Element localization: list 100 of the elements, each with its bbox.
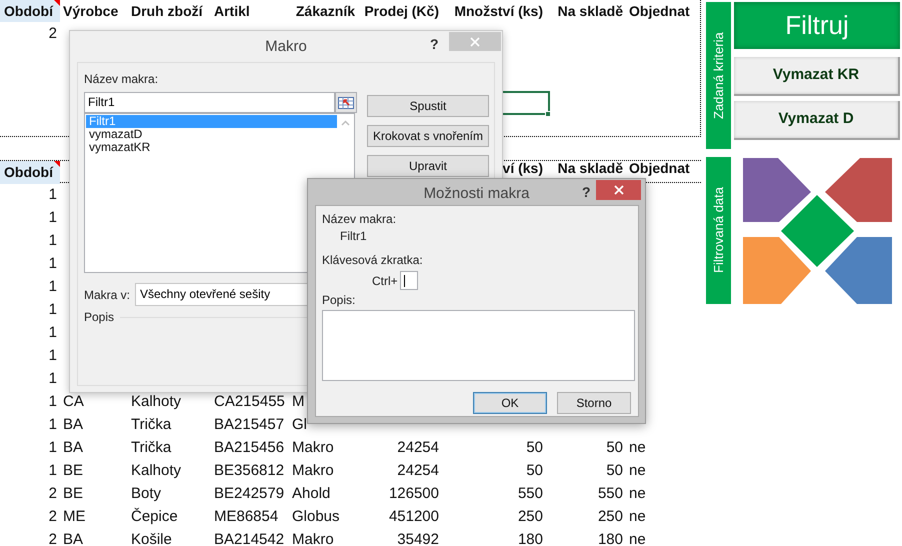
table-cell-text: BE242579 bbox=[213, 486, 286, 500]
table-cell-text: 1 bbox=[48, 464, 58, 478]
table-cell-text: 1 bbox=[48, 394, 58, 408]
table-cell-text: 1 bbox=[48, 372, 58, 386]
close-icon bbox=[470, 36, 480, 46]
field-label: Ctrl+ bbox=[372, 272, 398, 290]
section-label: Zadaná kriteria bbox=[706, 2, 731, 149]
column-header: Artikl bbox=[213, 4, 251, 18]
table-cell-text: 1 bbox=[48, 256, 58, 270]
column-header: Výrobce bbox=[62, 4, 120, 18]
column-header: Na skladě bbox=[556, 161, 624, 175]
field-label: Název makra: bbox=[322, 212, 398, 227]
table-cell-text: 50 bbox=[525, 440, 544, 454]
table-cell-text: 2 bbox=[48, 486, 58, 500]
table-cell-text: BA bbox=[62, 418, 84, 432]
dialog-button[interactable]: Upravit bbox=[367, 155, 489, 177]
fill-handle[interactable] bbox=[545, 111, 551, 117]
table-cell-text: 24254 bbox=[396, 464, 440, 478]
table-cell-text: BA bbox=[62, 532, 84, 546]
table-cell-text: 1 bbox=[48, 188, 58, 202]
table-cell-text: M bbox=[291, 394, 306, 408]
table-cell-text: 250 bbox=[516, 510, 544, 524]
table-cell-text: Makro bbox=[291, 440, 335, 454]
table-cell-text: 550 bbox=[596, 486, 624, 500]
chevron-up-icon bbox=[341, 120, 350, 126]
help-button[interactable]: ? bbox=[430, 34, 439, 55]
column-header: Zákazník bbox=[294, 4, 356, 18]
table-cell-text: 1 bbox=[48, 302, 58, 316]
table-cell-text: BE356812 bbox=[213, 464, 286, 478]
field-label: Makra v: bbox=[84, 286, 132, 304]
field-label: Popis bbox=[84, 309, 114, 326]
macro-name-field[interactable]: Filtr1 bbox=[84, 92, 335, 113]
dialog-button[interactable]: OK bbox=[473, 392, 547, 414]
column-header: Druh zboží bbox=[130, 4, 204, 18]
clear-button[interactable]: Vymazat D bbox=[734, 101, 900, 140]
dialog-button[interactable]: Spustit bbox=[367, 95, 489, 117]
table-cell-text: 2 bbox=[48, 510, 58, 524]
column-header: Období bbox=[0, 161, 60, 184]
table-cell-text: 1 bbox=[48, 210, 58, 224]
range-select-button[interactable] bbox=[335, 92, 357, 113]
table-cell-text: 2 bbox=[48, 532, 58, 546]
column-header: Období bbox=[0, 0, 60, 22]
table-cell-text: Kalhoty bbox=[130, 464, 182, 478]
column-header: Množství (ks) bbox=[453, 4, 544, 18]
table-cell-text: 1 bbox=[48, 280, 58, 294]
table-cell-text: 1 bbox=[48, 348, 58, 362]
table-cell-text: ME86854 bbox=[213, 510, 280, 524]
table-cell-text: CA bbox=[62, 394, 85, 408]
table-cell-text: 1 bbox=[48, 440, 58, 454]
table-cell-text: ne bbox=[628, 464, 647, 478]
table-cell-text: BA215457 bbox=[213, 418, 286, 432]
table-cell-text: 1 bbox=[48, 234, 58, 248]
table-cell-text: 180 bbox=[516, 532, 544, 546]
table-cell-text: Košile bbox=[130, 532, 173, 546]
table-cell-text: CA215455 bbox=[213, 394, 286, 408]
grid-arrow-icon bbox=[338, 96, 354, 108]
description-field[interactable] bbox=[322, 310, 635, 381]
table-cell-text: BA bbox=[62, 440, 84, 454]
table-cell-text: 50 bbox=[525, 464, 544, 478]
table-cell-text: Boty bbox=[130, 486, 162, 500]
help-button[interactable]: ? bbox=[582, 182, 591, 203]
table-cell-text: BE bbox=[62, 464, 84, 478]
table-cell-text: 50 bbox=[605, 464, 624, 478]
list-item[interactable]: vymazatD bbox=[86, 128, 337, 141]
table-cell-text: 250 bbox=[596, 510, 624, 524]
clear-button[interactable]: Vymazat KR bbox=[734, 57, 900, 96]
close-icon bbox=[614, 185, 624, 195]
table-cell-text: BA215456 bbox=[213, 440, 286, 454]
table-cell-text: Čepice bbox=[130, 510, 179, 524]
table-cell-text: Globus bbox=[291, 510, 341, 524]
table-cell-text: 550 bbox=[516, 486, 544, 500]
table-cell-text: Makro bbox=[291, 532, 335, 546]
table-cell-text: ME bbox=[62, 510, 86, 524]
dialog-button[interactable]: Krokovat s vnořením bbox=[367, 125, 489, 147]
column-header: Na skladě bbox=[556, 4, 624, 18]
table-cell-text: Makro bbox=[291, 464, 335, 478]
table-cell-text: 35492 bbox=[396, 532, 440, 546]
table-cell-text: Ahold bbox=[291, 486, 332, 500]
macro-name: Filtr1 bbox=[340, 229, 367, 244]
dialog-title: Makro bbox=[265, 37, 307, 57]
table-cell-text: Kalhoty bbox=[130, 394, 182, 408]
close-button[interactable] bbox=[596, 180, 641, 200]
table-cell-text: 50 bbox=[605, 440, 624, 454]
table-cell-text: 126500 bbox=[388, 486, 440, 500]
shortcut-field[interactable] bbox=[400, 271, 418, 290]
macro-list[interactable]: Filtr1 vymazatD vymazatKR bbox=[84, 113, 355, 187]
comment-indicator-icon bbox=[54, 161, 60, 167]
column-header: Objednat bbox=[628, 161, 691, 175]
table-cell-text: Trička bbox=[130, 418, 172, 432]
comment-indicator-icon bbox=[54, 0, 60, 6]
table-cell-text: ne bbox=[628, 486, 647, 500]
dialog-button[interactable]: Storno bbox=[557, 392, 631, 414]
table-cell-text: ne bbox=[628, 532, 647, 546]
table-cell-text: BE bbox=[62, 486, 84, 500]
field-label: Název makra: bbox=[84, 72, 160, 87]
list-item[interactable]: vymazatKR bbox=[86, 141, 337, 154]
table-cell-text: ne bbox=[628, 440, 647, 454]
section-label: Filtrovaná data bbox=[706, 157, 731, 304]
table-cell-text: 1 bbox=[48, 326, 58, 340]
table-cell-text: ne bbox=[628, 510, 647, 524]
